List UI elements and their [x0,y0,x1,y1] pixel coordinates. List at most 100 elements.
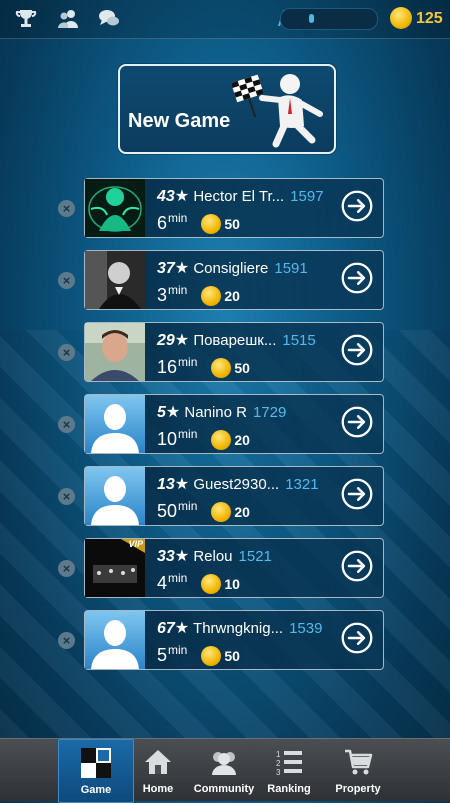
player-name: Thrwngknig... [193,620,284,637]
checkered-floor-background [0,330,450,740]
join-arrow-icon[interactable] [341,334,373,366]
join-arrow-icon[interactable] [341,262,373,294]
join-arrow-icon[interactable] [341,190,373,222]
coin-icon [201,214,222,235]
top-bar: 125 [0,0,450,39]
player-name: Guest2930... [193,476,280,493]
player-avatar [85,611,145,669]
flag-figure-icon [232,74,323,148]
svg-text:3: 3 [276,768,281,777]
star-icon: ★ [174,332,190,349]
player-info: 5★ Nanino R 1729 [157,402,286,422]
player-name: Relou [193,548,233,565]
dismiss-game-icon[interactable]: × [58,416,75,433]
game-terms: 6min 50 [157,211,240,235]
bottom-navigation: Game Home Community 1 2 3 Ranking Proper… [0,738,450,803]
player-stars: 67 [157,620,175,637]
join-arrow-icon[interactable] [341,550,373,582]
coin-icon [211,502,232,523]
star-icon: ★ [174,620,190,637]
bet-amount: 10 [224,576,240,593]
game-terms: 4min 10 [157,571,240,595]
svg-text:1: 1 [276,750,281,759]
player-avatar [85,323,145,381]
friends-icon[interactable] [56,7,80,31]
player-name: Поварешк... [193,332,277,349]
nav-home[interactable]: Home [121,739,195,801]
join-arrow-icon[interactable] [341,406,373,438]
star-icon: ★ [174,260,190,277]
player-avatar [85,251,145,309]
join-arrow-icon[interactable] [341,478,373,510]
player-stars: 13 [157,476,175,493]
bet-amount: 20 [224,288,240,305]
community-icon [212,752,236,775]
nav-ranking[interactable]: 1 2 3 Ranking [252,739,326,801]
player-info: 43★ Hector El Tr... 1597 [157,186,324,206]
time-control: 4 [157,573,168,593]
star-icon: ★ [165,404,181,421]
cart-icon [345,749,373,775]
trophy-icon[interactable] [14,7,38,31]
game-row[interactable]: VIP 33★ Relou 1521 4min 10 [84,538,384,598]
nav-property[interactable]: Property [321,739,395,801]
game-row[interactable]: 67★ Thrwngknig... 1539 5min 50 [84,610,384,670]
game-row[interactable]: 37★ Consigliere 1591 3min 20 [84,250,384,310]
player-rating: 1539 [289,620,323,637]
dismiss-game-icon[interactable]: × [58,488,75,505]
time-control: 50 [157,501,178,521]
game-terms: 10min 20 [157,427,250,451]
time-control: 5 [157,645,168,665]
player-name: Hector El Tr... [193,188,285,205]
game-icon [81,748,111,778]
player-name: Nanino R [184,404,247,421]
game-row[interactable]: 43★ Hector El Tr... 1597 6min 50 [84,178,384,238]
player-rating: 1729 [252,404,287,421]
player-info: 33★ Relou 1521 [157,546,272,566]
nav-label-home: Home [142,783,174,795]
player-rating: 1515 [282,332,316,349]
new-game-button[interactable]: New Game [118,64,336,154]
time-control: 3 [157,285,168,305]
player-rating: 1321 [285,476,319,493]
dismiss-game-icon[interactable]: × [58,200,75,217]
dismiss-game-icon[interactable]: × [58,344,75,361]
player-info: 29★ Поварешк... 1515 [157,330,316,350]
player-stars: 37 [157,260,175,277]
player-avatar [85,395,145,453]
time-unit: min [178,499,198,513]
bet-amount: 20 [234,504,250,521]
game-row[interactable]: 5★ Nanino R 1729 10min 20 [84,394,384,454]
player-rating: 1591 [274,260,308,277]
game-row[interactable]: 13★ Guest2930... 1321 50min 20 [84,466,384,526]
dismiss-game-icon[interactable]: × [58,632,75,649]
join-arrow-icon[interactable] [341,622,373,654]
ranking-icon: 1 2 3 [276,750,302,777]
player-info: 67★ Thrwngknig... 1539 [157,618,322,638]
chat-icon[interactable] [97,7,121,31]
coin-balance: 125 [416,10,443,27]
coin-icon [211,358,232,379]
player-avatar: VIP [85,539,145,597]
game-row[interactable]: 29★ Поварешк... 1515 16min 50 [84,322,384,382]
nav-label-property: Property [335,783,381,795]
coin-icon [201,574,222,595]
vip-badge: VIP [128,539,143,549]
dismiss-game-icon[interactable]: × [58,560,75,577]
game-terms: 16min 50 [157,355,250,379]
svg-text:2: 2 [276,759,281,768]
player-stars: 33 [157,548,175,565]
player-rating: 1521 [238,548,272,565]
player-avatar [85,179,145,237]
player-avatar [85,467,145,525]
dismiss-game-icon[interactable]: × [58,272,75,289]
time-control: 16 [157,357,178,377]
time-unit: min [178,427,198,441]
bet-amount: 50 [224,216,240,233]
coin-icon [390,7,412,29]
bet-amount: 20 [234,432,250,449]
time-unit: min [168,211,188,225]
star-icon: ★ [174,188,190,205]
player-info: 13★ Guest2930... 1321 [157,474,319,494]
nav-community[interactable]: Community [187,739,261,801]
